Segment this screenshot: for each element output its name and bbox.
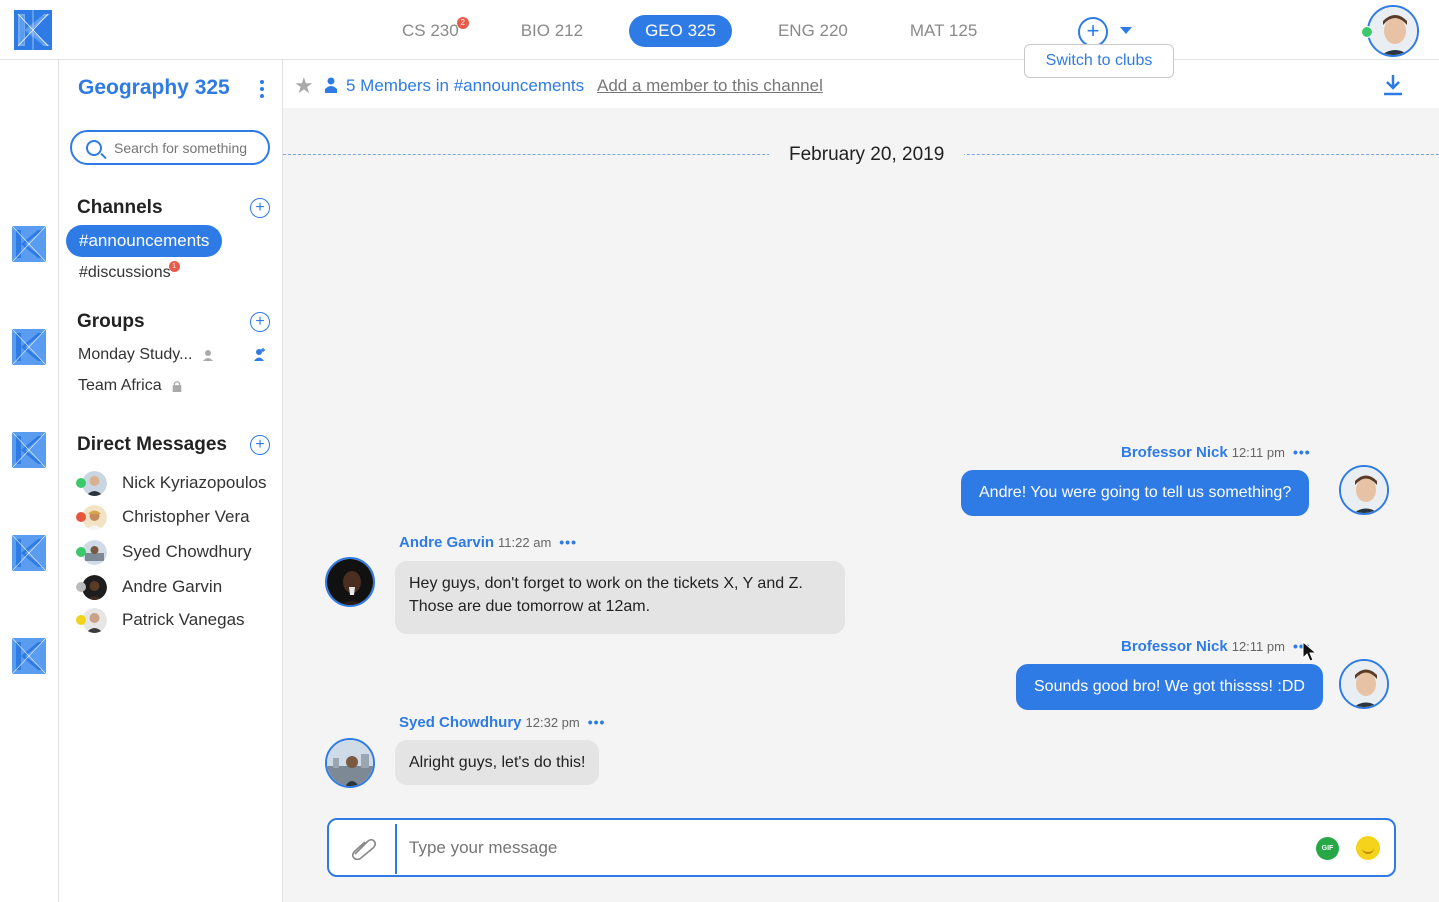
avatar[interactable] <box>1339 465 1389 515</box>
channel-announcements[interactable]: #announcements <box>66 225 223 257</box>
tab-eng-220[interactable]: ENG 220 <box>762 15 864 47</box>
online-status-indicator <box>1361 26 1373 38</box>
search-input[interactable] <box>114 138 264 158</box>
tab-geo-325[interactable]: GEO 325 <box>629 15 732 47</box>
add-member-link[interactable]: Add a member to this channel <box>597 76 823 96</box>
status-indicator <box>76 512 86 522</box>
channel-discussions[interactable]: #discussions 1 <box>79 261 182 282</box>
more-options-icon[interactable] <box>259 80 265 100</box>
unread-badge: 1 <box>168 261 180 272</box>
club-logo-icon[interactable] <box>12 226 46 262</box>
tab-mat-125[interactable]: MAT 125 <box>894 15 993 47</box>
dm-nick-kyriazopoulos[interactable]: Nick Kyriazopoulos <box>76 470 267 496</box>
timestamp: 12:11 pm <box>1231 445 1285 460</box>
group-team-africa[interactable]: Team Africa <box>78 377 183 395</box>
course-sidebar: Geography 325 Channels + #announcements … <box>59 60 283 902</box>
divider <box>395 824 397 874</box>
club-logo-icon[interactable] <box>12 329 46 365</box>
chevron-down-icon[interactable] <box>1120 27 1132 34</box>
course-tabs: CS 230 2 BIO 212 GEO 325 ENG 220 MAT 125 <box>386 15 1023 47</box>
plus-circle-icon[interactable]: + <box>1078 17 1108 47</box>
club-rail <box>0 60 59 902</box>
timestamp: 12:32 pm <box>525 715 580 730</box>
author-name[interactable]: Syed Chowdhury <box>399 714 522 731</box>
timestamp: 12:11 pm <box>1231 639 1285 654</box>
club-logo-icon[interactable] <box>12 638 46 674</box>
club-logo-icon[interactable] <box>12 432 46 468</box>
paperclip-icon[interactable] <box>349 836 377 860</box>
avatar[interactable] <box>1339 659 1389 709</box>
chat-area: ★ 5 Members in #announcements Add a memb… <box>283 60 1439 902</box>
group-monday-study[interactable]: Monday Study... <box>78 346 214 364</box>
mouse-cursor-icon <box>1302 640 1318 662</box>
app-logo-icon[interactable] <box>14 10 52 50</box>
date-label: February 20, 2019 <box>769 144 965 166</box>
message-line: Hey guys, don't forget to work on the ti… <box>409 575 803 592</box>
status-indicator <box>76 478 86 488</box>
members-count-link[interactable]: 5 Members in #announcements <box>346 76 584 96</box>
dm-patrick-vanegas[interactable]: Patrick Vanegas <box>76 607 245 633</box>
channel-header: ★ 5 Members in #announcements Add a memb… <box>283 60 1439 108</box>
person-icon <box>325 77 337 93</box>
author-name[interactable]: Brofessor Nick <box>1121 444 1228 461</box>
add-channel-icon[interactable]: + <box>250 198 270 218</box>
message-options-icon[interactable]: ••• <box>1293 444 1311 460</box>
course-title: Geography 325 <box>78 76 230 99</box>
message-bubble: Sounds good bro! We got thissss! :DD <box>1016 664 1323 710</box>
tab-cs-230[interactable]: CS 230 2 <box>386 15 475 47</box>
status-indicator <box>76 615 86 625</box>
add-dm-icon[interactable]: + <box>250 435 270 455</box>
message-line: Those are due tomorrow at 12am. <box>409 598 651 615</box>
search-icon <box>86 140 102 156</box>
dm-christopher-vera[interactable]: Christopher Vera <box>76 504 250 530</box>
message-bubble: Hey guys, don't forget to work on the ti… <box>395 561 845 634</box>
gif-button[interactable]: GIF <box>1316 837 1339 860</box>
message-options-icon[interactable]: ••• <box>588 714 606 730</box>
timestamp: 11:22 am <box>498 535 552 550</box>
message-input[interactable] <box>409 836 1289 860</box>
status-indicator <box>76 582 86 592</box>
search-box[interactable] <box>70 130 270 165</box>
add-group-icon[interactable]: + <box>250 312 270 332</box>
add-person-icon[interactable] <box>253 347 267 361</box>
star-icon[interactable]: ★ <box>294 73 314 99</box>
tab-bio-212[interactable]: BIO 212 <box>505 15 599 47</box>
channels-heading: Channels <box>77 197 163 218</box>
message-meta: Andre Garvin 11:22 am ••• <box>399 534 577 551</box>
message-meta: Brofessor Nick 12:11 pm ••• <box>1121 444 1311 461</box>
author-name[interactable]: Andre Garvin <box>399 534 494 551</box>
groups-heading: Groups <box>77 311 145 332</box>
message-bubble: Alright guys, let's do this! <box>395 740 600 785</box>
message-composer: GIF <box>327 818 1396 877</box>
download-icon[interactable] <box>1383 74 1403 96</box>
direct-messages-heading: Direct Messages <box>77 434 227 455</box>
dm-andre-garvin[interactable]: Andre Garvin <box>76 574 222 600</box>
person-icon <box>202 349 213 361</box>
avatar[interactable] <box>325 557 375 607</box>
switch-to-clubs-tooltip[interactable]: Switch to clubs <box>1024 44 1174 78</box>
club-logo-icon[interactable] <box>12 535 46 571</box>
message-meta: Syed Chowdhury 12:32 pm ••• <box>399 714 605 731</box>
dm-syed-chowdhury[interactable]: Syed Chowdhury <box>76 539 251 565</box>
notification-badge: 2 <box>456 17 469 29</box>
top-bar: CS 230 2 BIO 212 GEO 325 ENG 220 MAT 125 … <box>0 0 1439 60</box>
message-options-icon[interactable]: ••• <box>559 534 577 550</box>
user-avatar[interactable] <box>1367 5 1419 57</box>
author-name[interactable]: Brofessor Nick <box>1121 638 1228 655</box>
avatar[interactable] <box>325 738 375 788</box>
emoji-icon[interactable] <box>1356 836 1380 860</box>
lock-icon <box>172 380 182 392</box>
message-meta: Brofessor Nick 12:11 pm ••• <box>1121 638 1311 655</box>
status-indicator <box>76 547 86 557</box>
message-bubble: Andre! You were going to tell us somethi… <box>961 470 1310 516</box>
